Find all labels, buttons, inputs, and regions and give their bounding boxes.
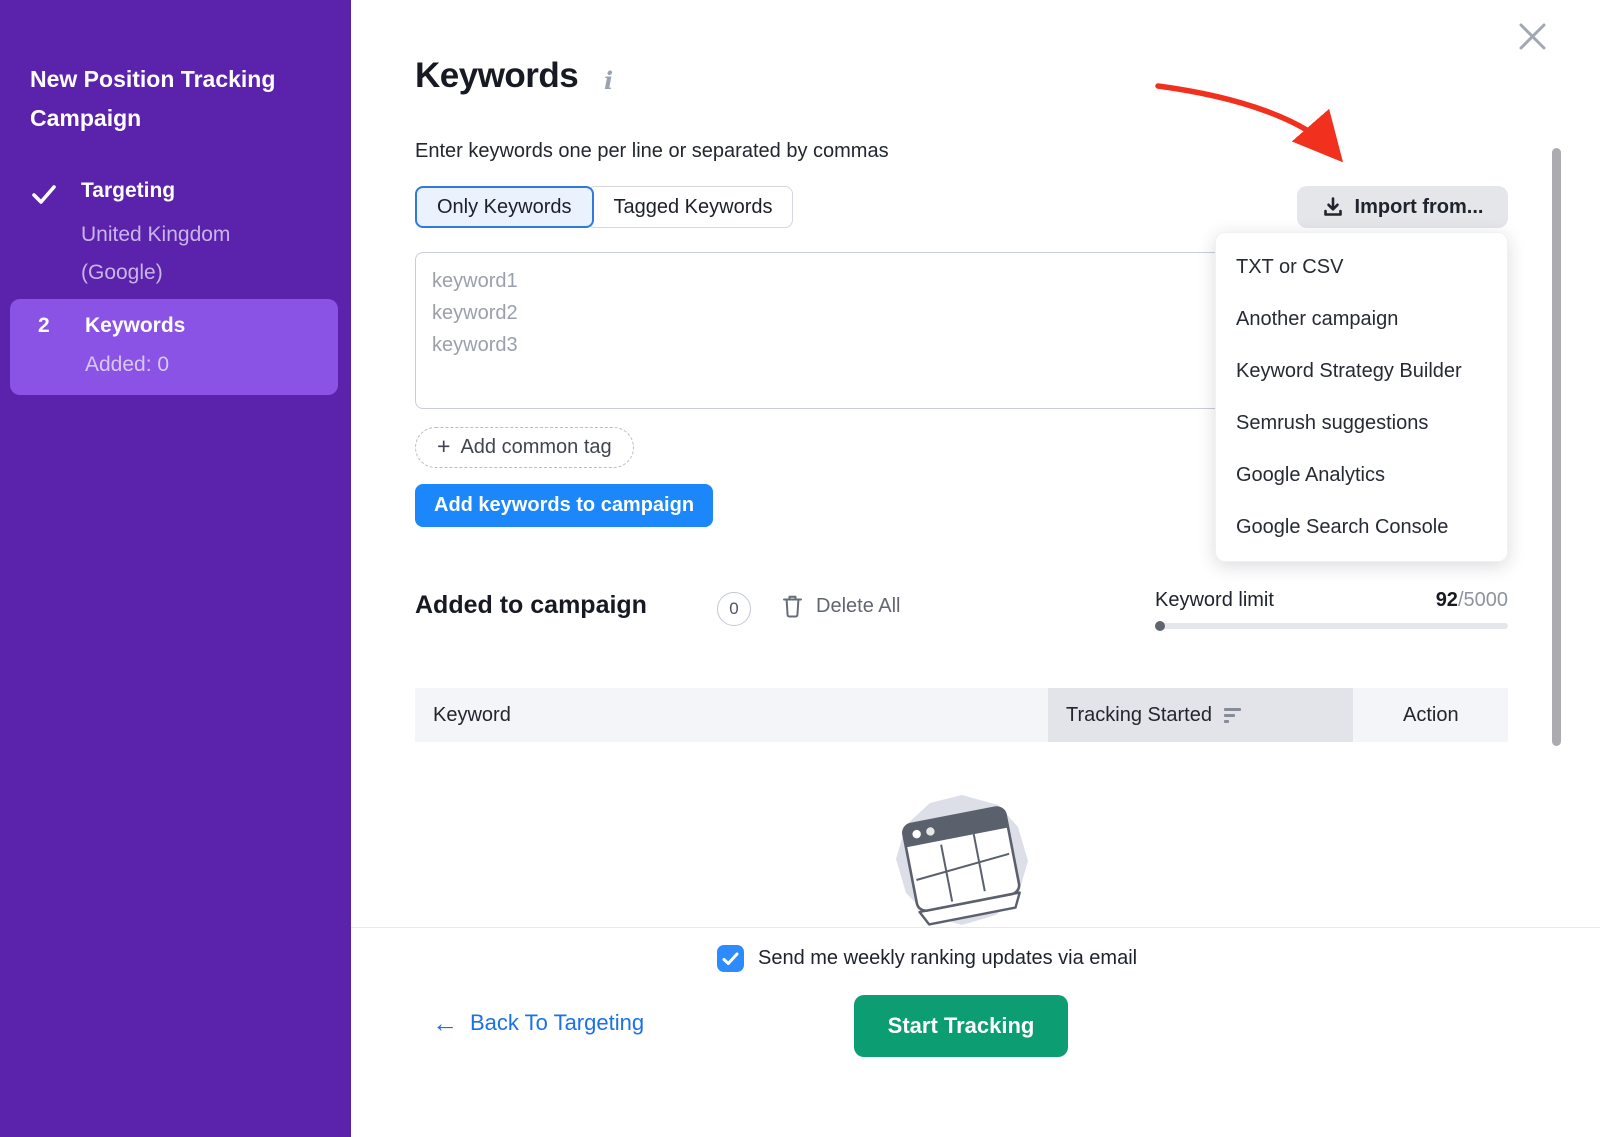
add-keywords-to-campaign-button[interactable]: Add keywords to campaign: [415, 484, 714, 527]
delete-all-button[interactable]: Delete All: [782, 594, 901, 618]
keyword-limit-label: Keyword limit: [1155, 589, 1274, 611]
tab-only-keywords[interactable]: Only Keywords: [415, 186, 594, 228]
menu-item-another-campaign[interactable]: Another campaign: [1216, 293, 1507, 345]
plus-icon: +: [437, 433, 451, 459]
import-from-button[interactable]: Import from...: [1297, 186, 1508, 228]
column-action: Action: [1353, 688, 1508, 742]
email-updates-checkbox[interactable]: [717, 945, 744, 972]
keywords-table-header: Keyword Tracking Started Action: [415, 688, 1508, 742]
keyword-mode-tabs: Only Keywords Tagged Keywords: [415, 186, 794, 228]
back-arrow-icon: ←: [432, 1008, 458, 1038]
menu-item-google-search-console[interactable]: Google Search Console: [1216, 501, 1507, 553]
email-updates-label: Send me weekly ranking updates via email: [758, 947, 1138, 969]
email-updates-row: Send me weekly ranking updates via email: [717, 945, 1137, 972]
checkmark-icon: [722, 952, 739, 965]
keywords-instructions: Enter keywords one per line or separated…: [415, 140, 889, 162]
wizard-title: New Position Tracking Campaign: [30, 66, 276, 131]
keywords-added-count: Added: 0: [85, 353, 170, 376]
menu-item-google-analytics[interactable]: Google Analytics: [1216, 449, 1507, 501]
start-tracking-button[interactable]: Start Tracking: [854, 995, 1068, 1057]
info-icon[interactable]: i: [604, 66, 613, 95]
import-from-menu: TXT or CSV Another campaign Keyword Stra…: [1215, 232, 1508, 562]
back-to-targeting-link[interactable]: ← Back To Targeting: [432, 1010, 644, 1036]
menu-item-semrush-suggestions[interactable]: Semrush suggestions: [1216, 397, 1507, 449]
empty-state-illustration: [886, 783, 1038, 940]
targeting-summary: United Kingdom (Google): [81, 223, 231, 284]
sidebar-step-targeting[interactable]: Targeting: [81, 179, 175, 203]
add-common-tag-button[interactable]: + Add common tag: [415, 427, 634, 468]
keyword-limit-progress-dot: [1155, 621, 1165, 631]
trash-icon: [783, 595, 802, 618]
column-keyword: Keyword: [415, 688, 1048, 742]
vertical-scrollbar-thumb[interactable]: [1552, 148, 1561, 746]
step-keywords-label: Keywords: [85, 314, 186, 337]
menu-item-txt-or-csv[interactable]: TXT or CSV: [1216, 241, 1507, 293]
check-icon: [31, 181, 57, 212]
close-icon[interactable]: [1512, 16, 1552, 56]
column-tracking-started[interactable]: Tracking Started: [1048, 688, 1353, 742]
sort-descending-icon: [1224, 707, 1241, 723]
step-number: 2: [38, 314, 50, 337]
download-icon: [1323, 197, 1342, 216]
tab-tagged-keywords[interactable]: Tagged Keywords: [586, 186, 794, 228]
menu-item-keyword-strategy-builder[interactable]: Keyword Strategy Builder: [1216, 345, 1507, 397]
wizard-sidebar: New Position Tracking Campaign Targeting…: [0, 0, 351, 1137]
keyword-limit-progressbar[interactable]: [1155, 623, 1508, 629]
keyword-limit-value: 92/5000: [1435, 589, 1508, 611]
added-to-campaign-title: Added to campaign: [415, 591, 647, 619]
added-count-badge: 0: [717, 592, 751, 626]
page-title: Keywords: [415, 56, 579, 95]
